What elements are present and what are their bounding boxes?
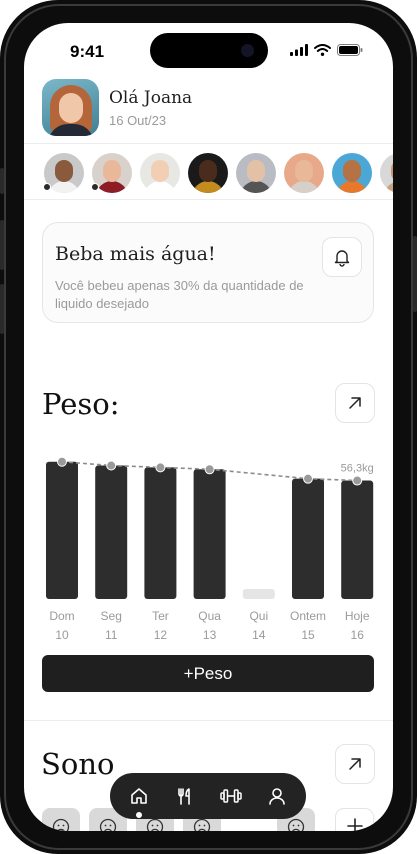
story-item[interactable]: [91, 153, 132, 193]
story-item[interactable]: [236, 153, 276, 193]
story-online-dot: [43, 183, 51, 191]
stories-divider: [24, 199, 393, 200]
weight-bar[interactable]: [95, 465, 128, 599]
camera-icon: [241, 44, 254, 57]
dumbbell-icon: [220, 789, 242, 803]
story-avatar: [236, 153, 276, 193]
wifi-icon: [314, 44, 331, 56]
weight-date-label: 15: [301, 628, 315, 642]
dynamic-island: [150, 33, 268, 68]
weight-day-label: Dom: [49, 609, 74, 623]
sad-face-icon: [287, 818, 305, 831]
weight-section-title: Peso:: [42, 387, 120, 421]
story-item[interactable]: [188, 153, 228, 193]
battery-icon: [337, 44, 363, 56]
nav-profile[interactable]: [259, 778, 295, 814]
power-button: [413, 236, 417, 312]
stories-row: [43, 153, 393, 193]
greeting-date: 16 Out/23: [109, 112, 167, 128]
weight-date-label: 13: [203, 628, 217, 642]
weight-point: [204, 464, 215, 475]
arrow-up-right-icon: [349, 758, 361, 770]
story-item[interactable]: [140, 153, 180, 193]
story-avatar: [380, 153, 393, 193]
sad-face-icon: [193, 818, 211, 831]
weight-date-label: 12: [154, 628, 168, 642]
weight-bar[interactable]: [46, 461, 78, 599]
nav-active-dot: [136, 812, 142, 818]
arrow-up-right-icon: [349, 397, 361, 409]
header-divider: [24, 143, 393, 144]
weight-bar[interactable]: [193, 469, 226, 599]
add-sleep-button[interactable]: [335, 808, 374, 831]
weight-point: [57, 456, 67, 467]
weight-bar[interactable]: [144, 467, 177, 599]
story-item[interactable]: [284, 153, 324, 193]
status-time: 9:41: [70, 42, 105, 61]
mute-switch: [0, 168, 4, 194]
weight-date-label: 10: [55, 628, 69, 642]
story-item[interactable]: [332, 153, 372, 193]
nav-workout[interactable]: [213, 778, 249, 814]
water-reminder-card[interactable]: Beba mais água! Você bebeu apenas 30% da…: [42, 222, 374, 323]
weight-point: [106, 460, 117, 471]
story-item[interactable]: [380, 153, 393, 193]
weight-point: [303, 473, 313, 484]
signal-icon: [290, 44, 308, 56]
bottom-navbar: [110, 773, 306, 819]
sad-face-icon: [52, 818, 70, 831]
add-weight-button[interactable]: +Peso: [42, 655, 374, 692]
status-icons: [290, 44, 363, 56]
user-header: Olá Joana 16 Out/23: [42, 79, 192, 136]
weight-day-label: Qui: [249, 609, 268, 623]
nav-home[interactable]: [121, 778, 157, 818]
weight-day-label: Seg: [101, 609, 122, 623]
phone-frame: 9:41 Olá Joana 16 Out/23 Beba mais água!…: [0, 0, 417, 854]
weight-bar[interactable]: [341, 480, 374, 599]
weight-bar[interactable]: [242, 589, 275, 599]
sleep-expand-button[interactable]: [335, 744, 375, 784]
reminder-bell-button[interactable]: [322, 237, 362, 277]
story-avatar: [140, 153, 180, 193]
weight-date-label: 14: [252, 628, 266, 642]
user-icon: [269, 788, 285, 805]
nav-meals[interactable]: [167, 778, 203, 814]
weight-day-label: Ter: [152, 609, 169, 623]
weight-day-label: Ontem: [290, 609, 326, 623]
fork-knife-icon: [178, 788, 190, 805]
story-item[interactable]: [43, 153, 84, 193]
reminder-title: Beba mais água!: [55, 243, 216, 265]
plus-icon: [346, 818, 363, 831]
story-online-dot: [91, 183, 99, 191]
app-screen: 9:41 Olá Joana 16 Out/23 Beba mais água!…: [24, 23, 393, 831]
bell-icon: [334, 250, 350, 267]
story-avatar: [332, 153, 372, 193]
weight-last-value: 56,3kg: [341, 463, 374, 475]
weight-date-label: 16: [351, 628, 365, 642]
story-avatar: [284, 153, 324, 193]
user-avatar[interactable]: [42, 79, 99, 136]
home-icon: [131, 788, 147, 804]
sad-face-icon: [99, 818, 117, 831]
weight-expand-button[interactable]: [335, 383, 375, 423]
weight-day-label: Hoje: [345, 609, 370, 623]
weight-bar[interactable]: [292, 478, 324, 599]
weight-day-label: Qua: [198, 609, 221, 623]
weight-date-label: 11: [105, 628, 118, 642]
weight-point: [352, 475, 363, 486]
sad-face-icon: [146, 818, 164, 831]
sleep-section-title: Sono: [41, 747, 115, 781]
sleep-divider: [24, 720, 393, 721]
volume-down-button: [0, 284, 4, 334]
reminder-text: Você bebeu apenas 30% da quantidade de l…: [55, 278, 304, 311]
weight-point: [155, 462, 166, 473]
sleep-tile[interactable]: [42, 808, 80, 831]
volume-up-button: [0, 220, 4, 270]
story-avatar: [188, 153, 228, 193]
greeting-name: Olá Joana: [109, 87, 193, 108]
weight-chart: Dom 10 Seg 11 Ter 12 Qua 13 Qui 14 Ontem 15 Hoje 16 56…: [46, 456, 374, 642]
